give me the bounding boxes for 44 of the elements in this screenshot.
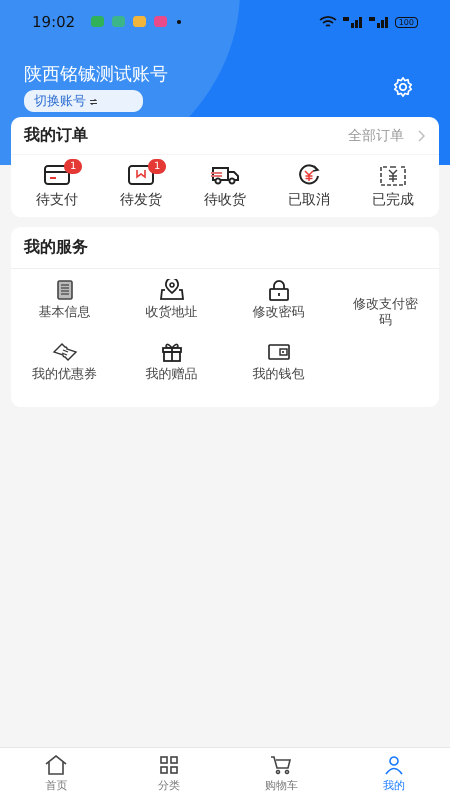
map-pin-icon — [158, 279, 184, 301]
service-item[interactable]: 收货地址 — [118, 277, 225, 339]
service-item[interactable]: 修改支付密码 — [332, 277, 439, 339]
grid-icon — [158, 755, 179, 775]
settings-icon[interactable] — [392, 76, 414, 98]
wallet-icon — [268, 341, 290, 363]
order-status-item[interactable]: 待收货 — [183, 163, 267, 209]
refund-icon — [296, 164, 322, 186]
truck-icon — [210, 165, 240, 185]
account-name: 陕西铭铖测试账号 — [24, 63, 168, 86]
service-item[interactable]: 我的钱包 — [225, 339, 332, 401]
tab-bar-item[interactable]: 分类 — [112, 748, 225, 800]
battery-level: 100 — [394, 16, 418, 28]
count-badge: 1 — [64, 159, 82, 174]
home-icon — [44, 755, 68, 775]
receipt-icon — [379, 164, 407, 186]
tab-bar-item[interactable]: 购物车 — [225, 748, 338, 800]
box-icon — [128, 165, 154, 185]
section-title: 我的订单 — [24, 125, 88, 146]
status-time: 19:02 — [32, 13, 76, 31]
count-badge: 1 — [148, 159, 166, 174]
lock-icon — [268, 279, 290, 301]
order-status-item[interactable]: 已取消 — [267, 163, 351, 209]
signal-icon — [342, 16, 363, 28]
swap-icon — [90, 99, 98, 105]
person-icon — [384, 755, 404, 775]
card-icon — [44, 165, 70, 185]
notification-dot-icon — [177, 20, 182, 24]
service-item[interactable]: 修改密码 — [225, 277, 332, 339]
wifi-icon — [318, 16, 337, 28]
service-item[interactable]: 基本信息 — [11, 277, 118, 339]
document-icon — [56, 279, 72, 301]
signal-icon — [368, 16, 389, 28]
gift-icon — [160, 341, 182, 363]
tab-bar-item[interactable]: 首页 — [0, 748, 112, 800]
cart-icon — [270, 755, 292, 775]
switch-account-button[interactable]: 切换账号 — [24, 90, 143, 112]
order-status-item[interactable]: 已完成 — [351, 163, 435, 209]
tab-bar-item[interactable]: 我的 — [338, 748, 450, 800]
service-item[interactable]: 我的优惠券 — [11, 339, 118, 401]
service-item[interactable]: 我的赠品 — [118, 339, 225, 401]
chevron-right-icon — [418, 130, 425, 142]
ticket-icon — [52, 341, 78, 363]
section-title: 我的服务 — [24, 237, 88, 258]
